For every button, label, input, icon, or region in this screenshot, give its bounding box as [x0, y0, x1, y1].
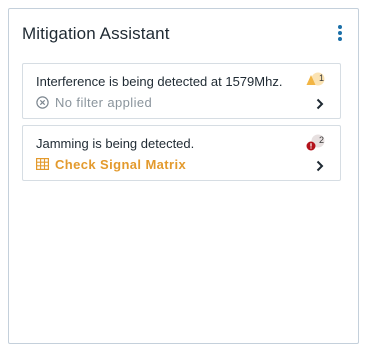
panel-title: Mitigation Assistant: [22, 24, 170, 43]
cancel-circle-icon: [36, 95, 49, 109]
warning-badge: 1: [306, 72, 326, 90]
panel-header: Mitigation Assistant: [9, 9, 358, 55]
grid-table-icon: [36, 158, 49, 170]
alert-card-interference[interactable]: Interference is being detected at 1579Mh…: [22, 63, 341, 119]
alert-message: Interference is being detected at 1579Mh…: [36, 74, 283, 89]
alert-message: Jamming is being detected.: [36, 136, 195, 151]
critical-badge: 2: [306, 134, 326, 152]
filter-status-text: No filter applied: [55, 94, 153, 110]
check-signal-matrix-link[interactable]: Check Signal Matrix: [36, 156, 186, 172]
alert-count: 1: [318, 73, 324, 83]
mitigation-assistant-panel: Mitigation Assistant Interference is bei…: [8, 8, 359, 344]
alert-card-jamming[interactable]: Jamming is being detected. Check Signal …: [22, 125, 341, 181]
more-vertical-icon[interactable]: [336, 25, 344, 41]
alert-count: 2: [318, 135, 324, 145]
check-signal-matrix-text: Check Signal Matrix: [55, 156, 187, 172]
chevron-right-icon[interactable]: [316, 98, 324, 110]
filter-status: No filter applied: [36, 94, 152, 110]
chevron-right-icon[interactable]: [316, 160, 324, 172]
